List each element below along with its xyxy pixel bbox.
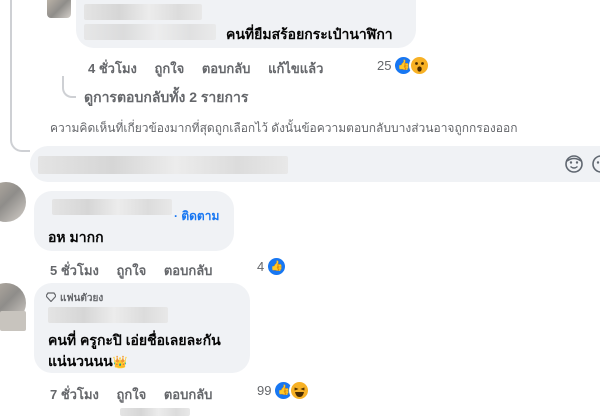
thread-line (10, 0, 30, 152)
fan-badge: แฟนตัวยง (45, 291, 104, 306)
view-replies-link[interactable]: ดูการตอบกลับทั้ง 2 รายการ (84, 87, 248, 109)
edited-label: แก้ไขแล้ว (268, 61, 324, 76)
comment-text: คนที่ยืมสร้อยกระเป๋านาฬิกา (226, 26, 393, 42)
comment-time[interactable]: 7 ชั่วโมง (50, 387, 99, 402)
haha-icon (289, 380, 311, 401)
filter-notice: ความคิดเห็นที่เกี่ยวข้องมากที่สุดถูกเลือ… (50, 121, 518, 135)
reaction-count: 25 (377, 58, 392, 73)
reply-button[interactable]: ตอบกลับ (164, 387, 213, 402)
comment-bubble: แฟนตัวยง คนที่ ครูกะปิ เอ่ยชื่อเลยละกัน … (34, 283, 250, 373)
like-button[interactable]: ถูกใจ (117, 387, 147, 402)
redacted-input (38, 156, 288, 174)
like-icon: 👍 (266, 256, 288, 277)
comment-time[interactable]: 5 ชั่วโมง (50, 263, 99, 278)
follow-label: ติดตาม (181, 209, 220, 223)
redacted-text (84, 24, 216, 40)
redacted-username (84, 4, 202, 20)
wow-face (415, 62, 425, 72)
reply-button[interactable]: ตอบกลับ (202, 61, 251, 76)
diamond-icon (45, 292, 57, 305)
crown-emoji: 👑 (112, 355, 128, 369)
comment-bubble: คนที่ยืมสร้อยกระเป๋านาฬิกา (76, 0, 416, 48)
thread-connector (62, 76, 76, 98)
comment-composer[interactable] (30, 146, 600, 182)
avatar[interactable] (0, 182, 26, 222)
like-button[interactable]: ถูกใจ (117, 263, 147, 278)
fan-badge-label: แฟนตัวยง (60, 293, 104, 304)
emoji-icon[interactable] (591, 154, 600, 179)
redacted-username (48, 307, 168, 323)
reaction-summary[interactable]: 25 👍 (377, 55, 431, 76)
reaction-count: 4 (257, 259, 265, 274)
reaction-count: 99 (257, 383, 272, 398)
comment-text: คนที่ ครูกะปิ เอ่ยชื่อเลยละกัน (48, 332, 221, 348)
comment-text: อห มากก (48, 229, 104, 245)
comment-text-line2: แน่นวนนน👑 (48, 351, 128, 373)
comment-text: แน่นวนนน (48, 353, 113, 369)
redacted-username (52, 199, 172, 215)
reply-button[interactable]: ตอบกลับ (164, 263, 213, 278)
avatar[interactable] (47, 0, 71, 18)
follow-button[interactable]: · ติดตาม (174, 207, 219, 226)
haha-face (294, 387, 306, 397)
sticker-icon[interactable] (564, 154, 584, 179)
like-button[interactable]: ถูกใจ (155, 61, 185, 76)
reaction-summary[interactable]: 4 👍 (257, 256, 288, 277)
redacted-avatar-strip (0, 311, 26, 331)
reaction-summary[interactable]: 99 👍 (257, 380, 311, 401)
comment-time[interactable]: 4 ชั่วโมง (88, 61, 137, 76)
comment-bubble: · ติดตาม อห มากก (34, 191, 234, 251)
redacted-next-comment (120, 408, 190, 416)
wow-icon (409, 55, 431, 76)
